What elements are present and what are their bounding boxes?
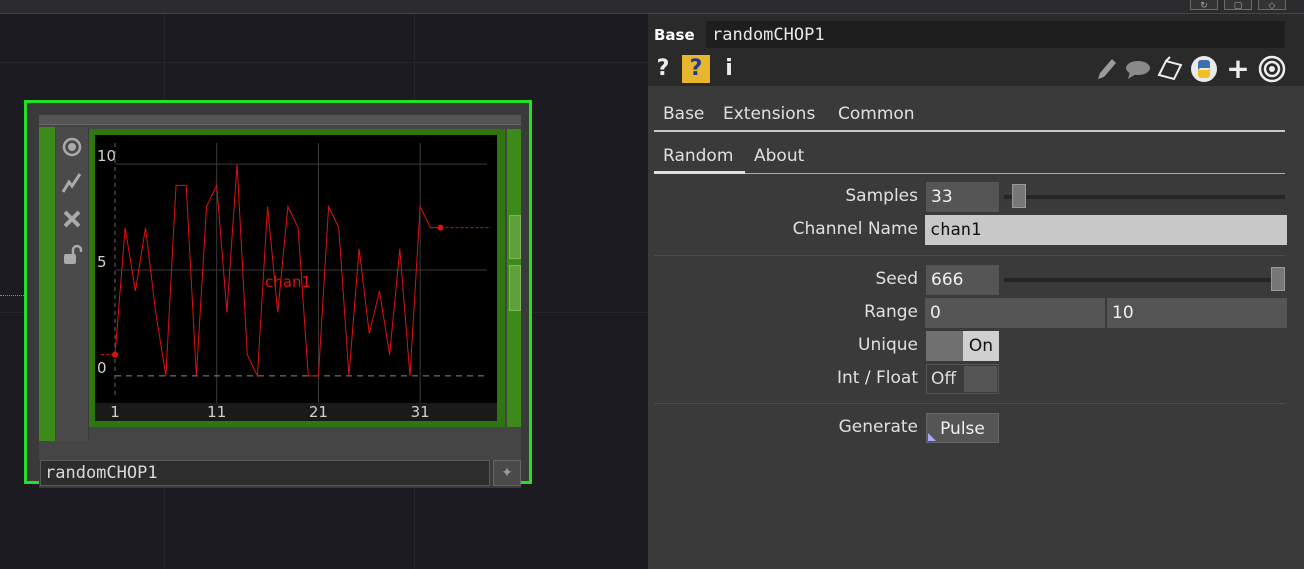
panel-toolbar: ? ? i + xyxy=(648,52,1304,86)
int-float-toggle-value: Off xyxy=(931,369,957,389)
node-input-strip[interactable] xyxy=(39,127,55,441)
lock-flag-icon[interactable] xyxy=(60,243,84,267)
seed-slider[interactable] xyxy=(1004,278,1285,282)
op-name-field[interactable]: randomCHOP1 xyxy=(706,21,1285,48)
dropdown-icon[interactable]: ◇ xyxy=(1258,0,1286,11)
top-bar: ↻ ▢ ◇ xyxy=(0,0,1304,14)
param-seed: Seed 666 xyxy=(648,265,1304,295)
range-min-field[interactable]: 0 xyxy=(925,298,1105,328)
x-tick-label: 31 xyxy=(411,403,430,421)
node-output-strip[interactable] xyxy=(507,129,521,427)
unique-label: Unique xyxy=(858,335,918,355)
refresh-icon[interactable]: ↻ xyxy=(1190,0,1218,11)
samples-slider[interactable] xyxy=(1004,195,1285,199)
pin-icon[interactable]: ✦ xyxy=(493,460,521,486)
range-label: Range xyxy=(864,302,918,322)
channel-name-label: Channel Name xyxy=(792,219,918,239)
channel-label: chan1 xyxy=(265,273,311,291)
tab-base[interactable]: Base xyxy=(663,104,704,124)
generate-pulse-button[interactable]: Pulse xyxy=(926,413,999,443)
viewer-flag-icon[interactable] xyxy=(60,135,84,159)
samples-label: Samples xyxy=(845,186,918,206)
x-axis-strip xyxy=(95,403,497,421)
help-icon[interactable]: ? xyxy=(652,55,674,83)
param-range: Range 0 10 xyxy=(648,298,1304,328)
chop-viewer[interactable]: 1 11 21 31 0 5 10 chan1 xyxy=(89,129,505,427)
x-tick-label: 21 xyxy=(309,403,328,421)
info-icon[interactable]: i xyxy=(718,55,740,83)
param-int-float: Int / Float Off xyxy=(648,364,1304,394)
tab-random[interactable]: Random xyxy=(663,146,733,166)
series-start-point xyxy=(112,351,118,358)
tab-about[interactable]: About xyxy=(754,146,804,166)
y-tick-label: 10 xyxy=(97,147,116,165)
x-tick-label: 1 xyxy=(110,403,120,421)
series-end-point xyxy=(437,224,444,231)
add-icon[interactable]: + xyxy=(1224,55,1252,83)
chan1-chart: 1 11 21 310510chan1 xyxy=(95,143,497,421)
python-icon[interactable] xyxy=(1190,55,1218,83)
help-context-icon[interactable]: ? xyxy=(682,55,710,83)
random-chop-node[interactable]: 1 11 21 31 0 5 10 chan1 randomCHOP1 ✦ xyxy=(24,100,532,488)
generate-label: Generate xyxy=(838,417,918,437)
bypass-flag-icon[interactable] xyxy=(60,207,84,231)
y-tick-label: 0 xyxy=(97,359,107,377)
channel-name-field[interactable]: chan1 xyxy=(925,215,1287,245)
int-float-toggle[interactable]: Off xyxy=(926,364,999,394)
parameter-panel: Base randomCHOP1 ? ? i + Base Extensions… xyxy=(648,14,1304,569)
edit-icon[interactable] xyxy=(1094,55,1120,83)
clone-icon[interactable] xyxy=(1156,55,1184,83)
seed-label: Seed xyxy=(875,269,919,289)
y-tick-label: 5 xyxy=(97,253,107,271)
int-float-label: Int / Float xyxy=(837,368,918,388)
samples-field[interactable]: 33 xyxy=(926,182,999,212)
param-unique: Unique On xyxy=(648,331,1304,361)
range-max-field[interactable]: 10 xyxy=(1107,298,1287,328)
samples-slider-knob[interactable] xyxy=(1012,184,1026,208)
unique-toggle[interactable]: On xyxy=(926,331,999,361)
op-type-label: Base xyxy=(654,26,695,44)
node-name-field[interactable]: randomCHOP1 xyxy=(40,460,490,486)
tab-extensions[interactable]: Extensions xyxy=(723,104,815,124)
network-editor[interactable]: 1 11 21 31 0 5 10 chan1 randomCHOP1 ✦ xyxy=(0,14,648,569)
pulse-corner-icon xyxy=(928,433,936,441)
seed-slider-knob[interactable] xyxy=(1271,267,1285,291)
maximize-icon[interactable]: ▢ xyxy=(1224,0,1252,11)
param-generate: Generate Pulse xyxy=(648,413,1304,443)
display-flag-icon[interactable] xyxy=(60,171,84,195)
comment-icon[interactable] xyxy=(1124,55,1152,83)
x-tick-label: 11 xyxy=(207,403,226,421)
param-channel-name: Channel Name chan1 xyxy=(648,215,1304,245)
param-samples: Samples 33 xyxy=(648,182,1304,212)
unique-toggle-value: On xyxy=(963,331,999,361)
tab-common[interactable]: Common xyxy=(838,104,915,124)
node-flags xyxy=(56,127,89,441)
target-icon[interactable] xyxy=(1258,55,1286,83)
seed-field[interactable]: 666 xyxy=(926,265,999,295)
sub-tabs: Random About xyxy=(654,146,1294,176)
active-tab-indicator xyxy=(654,171,745,174)
